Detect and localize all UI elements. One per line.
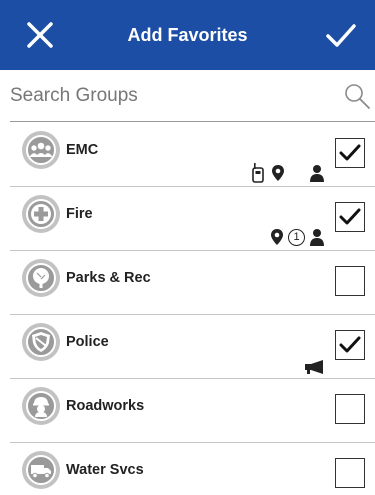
location-pin-icon (271, 229, 283, 245)
group-name: Water Svcs (66, 462, 144, 478)
group-name: Fire (66, 206, 93, 222)
shield-icon (32, 332, 50, 352)
list-item[interactable]: Water Svcs (10, 443, 375, 495)
list-item[interactable]: EMC (10, 123, 375, 187)
group-name: EMC (66, 142, 99, 158)
favorite-checkbox[interactable] (335, 266, 365, 296)
favorite-checkbox[interactable] (335, 458, 365, 488)
close-button[interactable] (20, 15, 60, 55)
close-icon (27, 22, 53, 48)
person-icon (310, 229, 324, 246)
group-status-icons (303, 357, 325, 377)
group-avatar (22, 387, 60, 425)
cross-icon (31, 204, 51, 224)
checkmark-icon (339, 144, 361, 161)
truck-icon (31, 465, 51, 479)
check-icon (326, 24, 356, 47)
person-icon (310, 165, 324, 182)
group-list: EMC Fire 1 Parks & Rec Police Roadworks … (0, 123, 375, 495)
favorite-checkbox[interactable] (335, 330, 365, 360)
favorite-checkbox[interactable] (335, 394, 365, 424)
tree-icon (33, 268, 49, 288)
confirm-button[interactable] (321, 15, 361, 55)
search-icon[interactable] (343, 82, 371, 110)
list-item[interactable]: Police (10, 315, 375, 379)
checkmark-icon (339, 208, 361, 225)
radio-icon (252, 163, 264, 183)
group-avatar (22, 195, 60, 233)
group-status-icons: 1 (270, 227, 325, 247)
location-pin-icon (272, 165, 284, 181)
list-item[interactable]: Fire 1 (10, 187, 375, 251)
group-name: Roadworks (66, 398, 145, 414)
group-avatar (22, 259, 60, 297)
favorite-checkbox[interactable] (335, 202, 365, 232)
group-status-icons (252, 163, 325, 183)
count-badge: 1 (288, 228, 305, 246)
search-input[interactable] (10, 75, 330, 116)
group-name: Parks & Rec (66, 270, 151, 286)
list-item[interactable]: Parks & Rec (10, 251, 375, 315)
list-item[interactable]: Roadworks (10, 379, 375, 443)
checkmark-icon (339, 336, 361, 353)
search-bar (10, 70, 375, 122)
page-title: Add Favorites (127, 24, 248, 45)
group-name: Police (66, 334, 109, 350)
group-avatar (22, 451, 60, 489)
group-avatar (22, 323, 60, 361)
group-avatar (22, 131, 60, 169)
favorite-checkbox[interactable] (335, 138, 365, 168)
people-group-icon (29, 142, 53, 157)
app-header: Add Favorites (0, 0, 375, 70)
worker-icon (33, 397, 49, 417)
megaphone-icon (305, 360, 323, 374)
